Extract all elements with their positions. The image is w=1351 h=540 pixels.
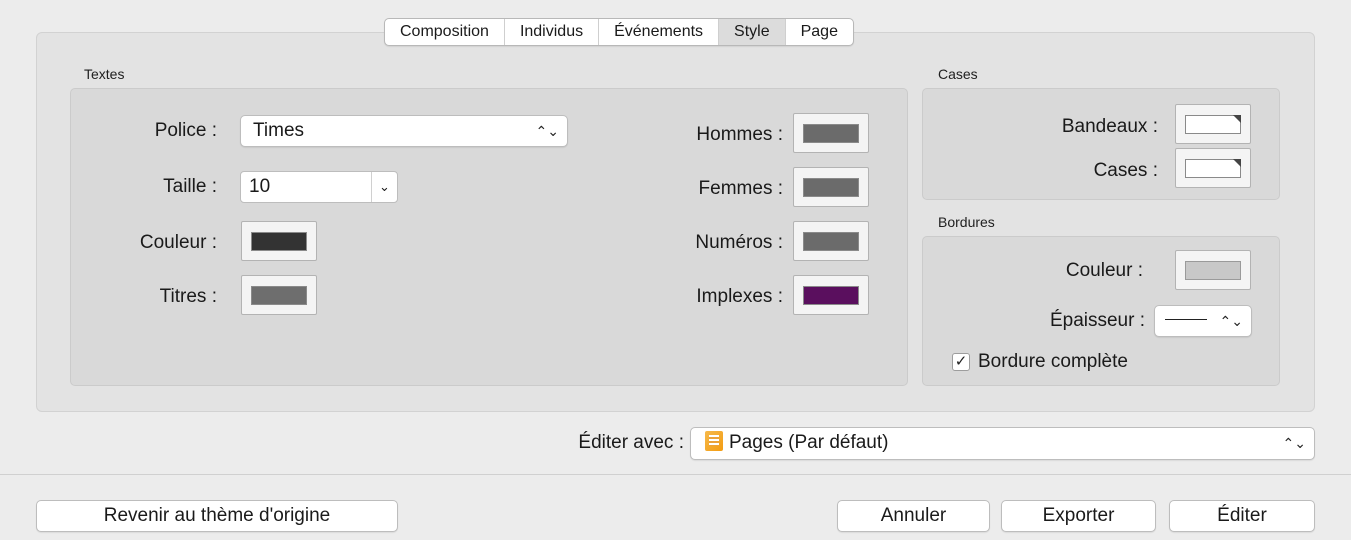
pages-app-icon [705, 431, 723, 451]
numeros-swatch [803, 232, 859, 251]
divider [0, 474, 1351, 475]
femmes-color-well[interactable] [793, 167, 869, 207]
couleur-label: Couleur : [139, 232, 217, 253]
bordures-group-label: Bordures [938, 214, 995, 230]
tab-composition[interactable]: Composition [385, 19, 505, 45]
textes-group-label: Textes [84, 66, 125, 82]
cases-group-label: Cases [938, 66, 978, 82]
line-thickness-icon [1165, 319, 1207, 320]
cases-swatch [1185, 159, 1241, 178]
police-popup[interactable]: Times ⌃⌄ [240, 115, 568, 147]
tab-evenements[interactable]: Événements [599, 19, 720, 45]
bordure-color-well[interactable] [1175, 250, 1251, 290]
numeros-label: Numéros : [695, 232, 783, 253]
couleur-swatch [251, 232, 307, 251]
popup-arrows-icon: ⌃⌄ [1219, 313, 1243, 329]
implexes-swatch [803, 286, 859, 305]
implexes-color-well[interactable] [793, 275, 869, 315]
numeros-color-well[interactable] [793, 221, 869, 261]
popup-arrows-icon: ⌃⌄ [535, 123, 559, 139]
taille-value: 10 [249, 176, 271, 197]
editer-avec-value: Pages (Par défaut) [729, 432, 889, 453]
chevron-down-icon[interactable]: ⌄ [371, 172, 397, 202]
exporter-button[interactable]: Exporter [1001, 500, 1156, 532]
femmes-swatch [803, 178, 859, 197]
titres-label: Titres : [159, 286, 217, 307]
bandeaux-label: Bandeaux : [1061, 116, 1158, 137]
epaisseur-label: Épaisseur : [1049, 310, 1145, 331]
popup-arrows-icon: ⌃⌄ [1282, 435, 1306, 451]
hommes-color-well[interactable] [793, 113, 869, 153]
tab-individus[interactable]: Individus [505, 19, 600, 45]
revenir-button[interactable]: Revenir au thème d'origine [36, 500, 398, 532]
bordure-complete-checkbox[interactable]: ✓ Bordure complète [952, 351, 1128, 373]
tab-style[interactable]: Style [719, 19, 786, 45]
cases-label: Cases : [1093, 160, 1158, 181]
editer-button[interactable]: Éditer [1169, 500, 1315, 532]
tab-bar: Composition Individus Événements Style P… [384, 18, 854, 46]
annuler-button[interactable]: Annuler [837, 500, 990, 532]
titres-color-well[interactable] [241, 275, 317, 315]
bordure-complete-label: Bordure complète [978, 351, 1128, 372]
epaisseur-popup[interactable]: ⌃⌄ [1154, 305, 1252, 337]
implexes-label: Implexes : [696, 286, 783, 307]
bordure-couleur-label: Couleur : [1065, 260, 1143, 281]
editer-avec-label: Éditer avec : [578, 432, 684, 453]
hommes-swatch [803, 124, 859, 143]
femmes-label: Femmes : [698, 178, 783, 199]
tab-page[interactable]: Page [786, 19, 853, 45]
editer-avec-popup[interactable]: Pages (Par défaut) ⌃⌄ [690, 427, 1315, 460]
bandeaux-color-well[interactable] [1175, 104, 1251, 144]
bandeaux-swatch [1185, 115, 1241, 134]
cases-color-well[interactable] [1175, 148, 1251, 188]
couleur-color-well[interactable] [241, 221, 317, 261]
bordure-swatch [1185, 261, 1241, 280]
taille-label: Taille : [163, 176, 217, 197]
police-label: Police : [154, 120, 217, 141]
taille-combobox[interactable]: 10 ⌄ [240, 171, 398, 203]
titres-swatch [251, 286, 307, 305]
police-value: Times [253, 120, 305, 141]
hommes-label: Hommes : [696, 124, 783, 145]
checkmark-icon[interactable]: ✓ [952, 353, 970, 371]
